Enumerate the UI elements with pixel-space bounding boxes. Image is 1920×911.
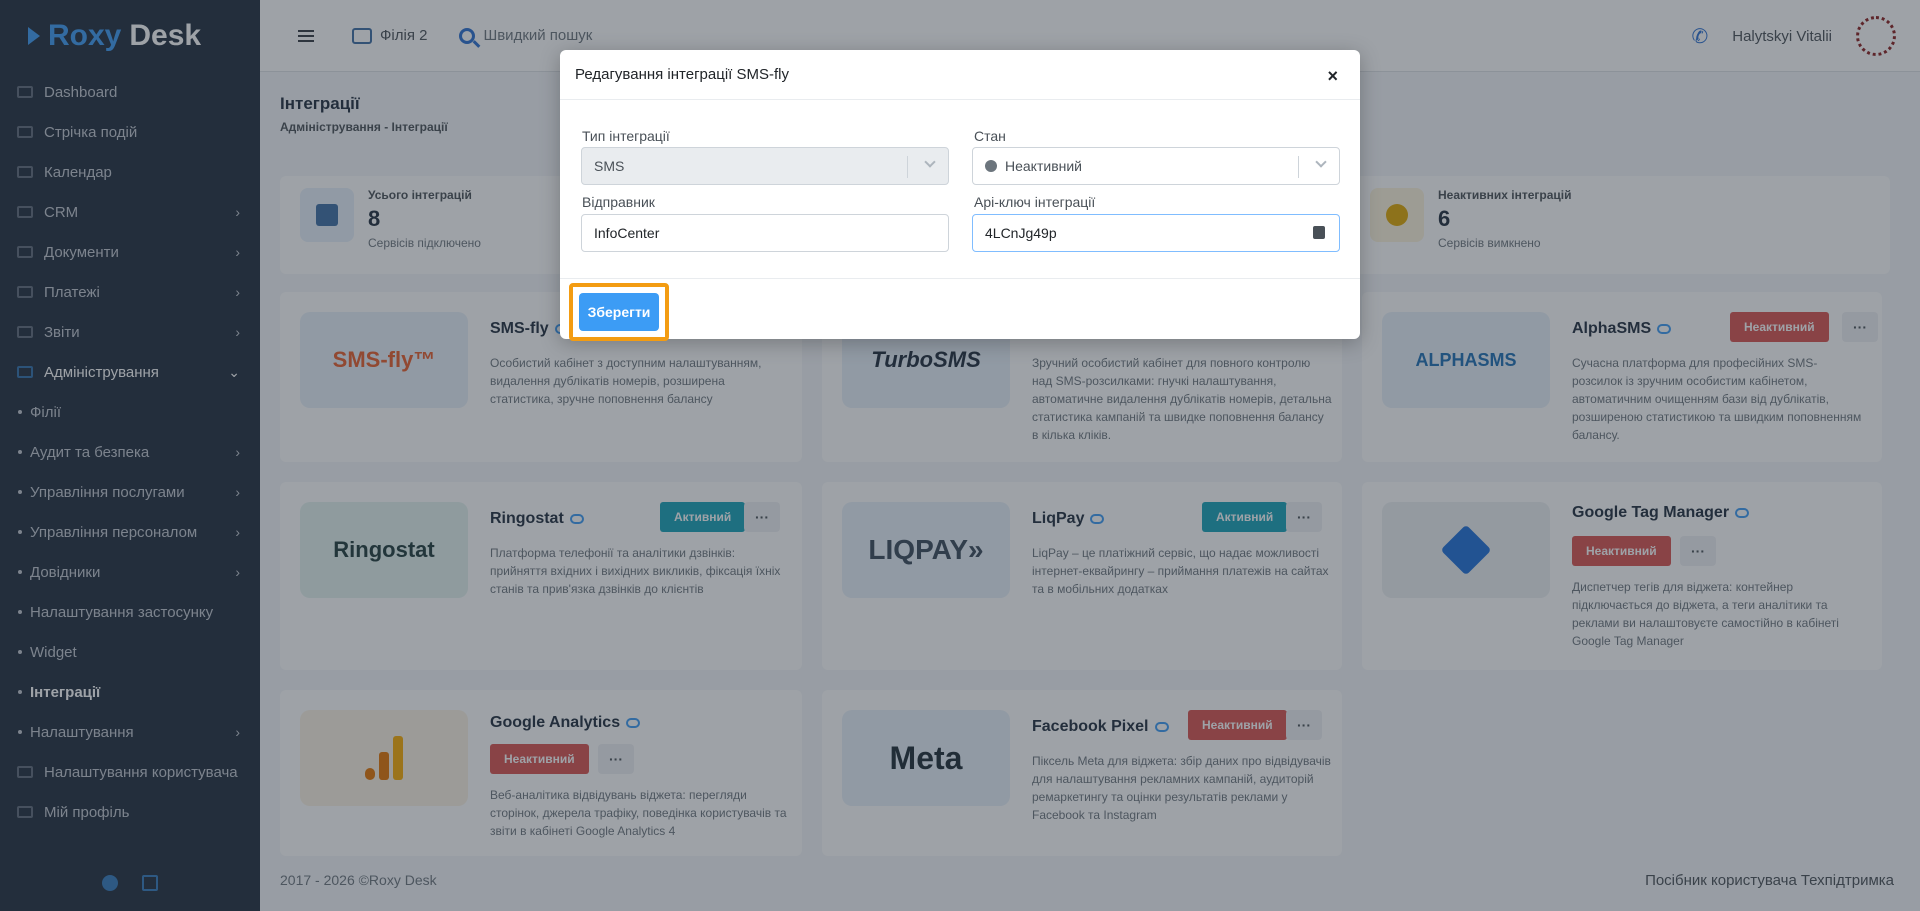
save-button[interactable]: Зберегти [579, 293, 659, 331]
type-label: Тип інтеграції [582, 128, 670, 144]
modal-divider [560, 278, 1360, 279]
apikey-label: Api-ключ інтеграції [974, 194, 1096, 210]
status-dot-icon [985, 160, 997, 172]
sender-label: Відправник [582, 194, 655, 210]
modal-title: Редагування інтеграції SMS-fly [575, 66, 789, 83]
select-separator [907, 156, 908, 178]
type-select: SMS [581, 147, 949, 185]
select-separator [1298, 156, 1299, 178]
chevron-down-icon [924, 156, 936, 168]
type-value: SMS [594, 158, 625, 174]
state-select[interactable]: Неактивний [972, 147, 1340, 185]
edit-integration-modal: Редагування інтеграції SMS-fly × Тип інт… [560, 50, 1360, 341]
state-label: Стан [974, 128, 1006, 144]
save-highlight: Зберегти [569, 283, 669, 341]
chevron-down-icon [1315, 156, 1327, 168]
modal-header: Редагування інтеграції SMS-fly [560, 50, 1360, 100]
apikey-input[interactable] [972, 214, 1340, 252]
state-value: Неактивний [1005, 158, 1083, 174]
close-icon[interactable]: × [1327, 66, 1338, 87]
copy-icon[interactable] [1313, 226, 1325, 239]
sender-input[interactable] [581, 214, 949, 252]
